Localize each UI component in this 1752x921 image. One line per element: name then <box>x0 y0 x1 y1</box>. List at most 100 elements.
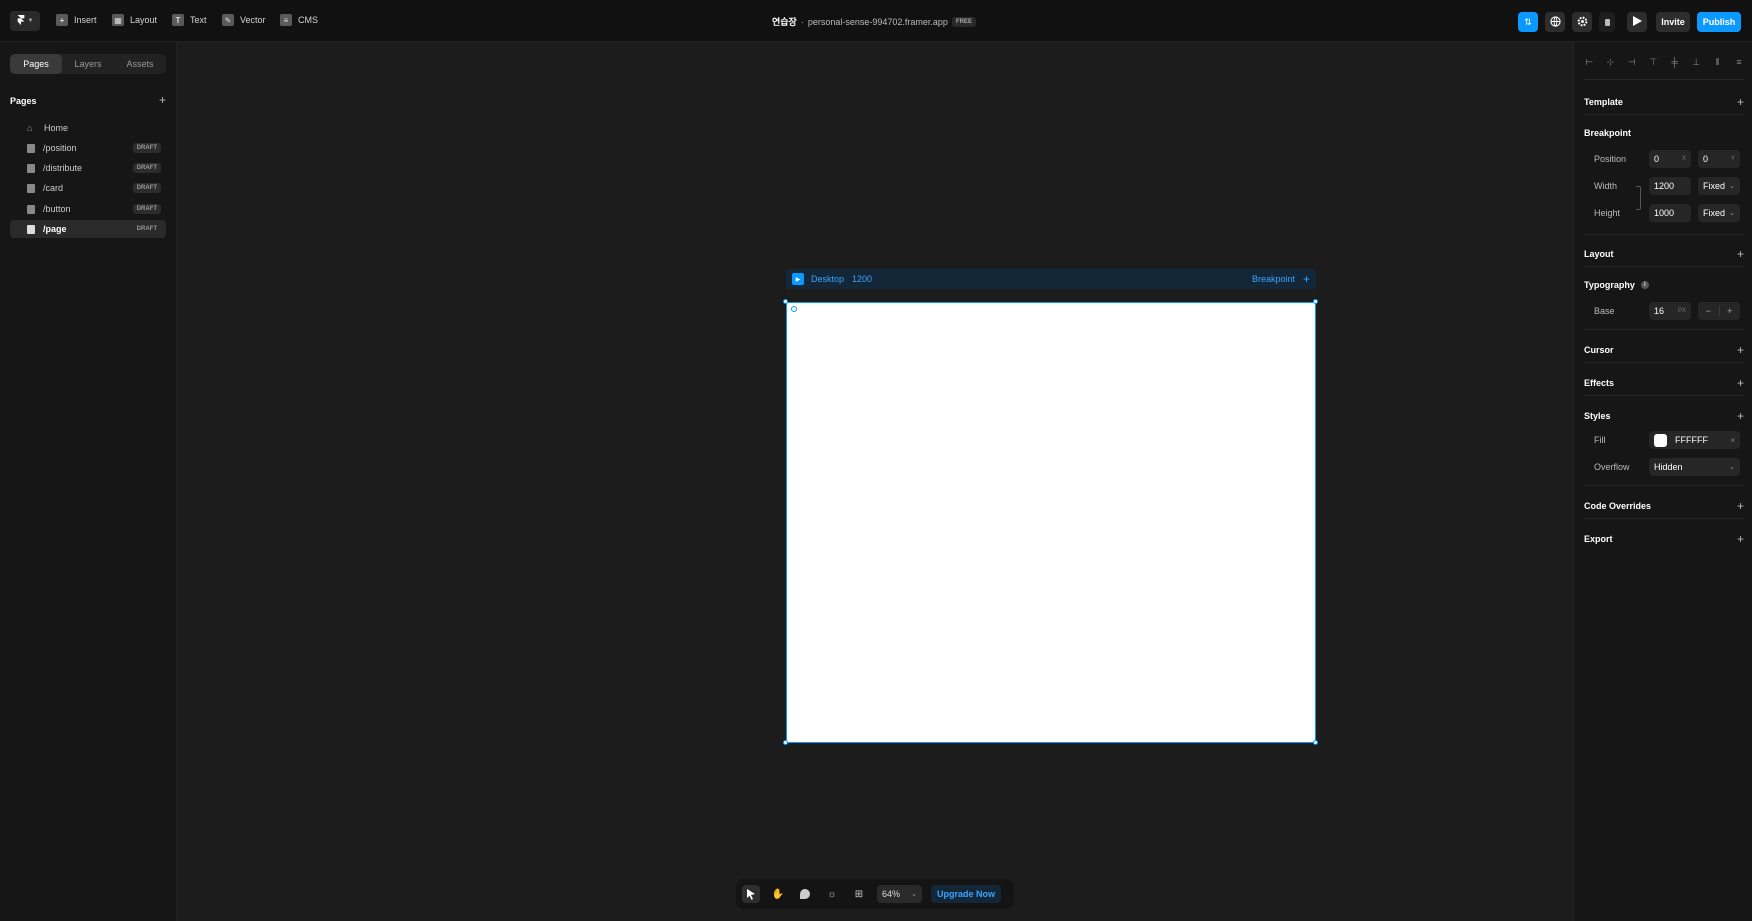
add-layout-icon[interactable]: + <box>1737 247 1744 261</box>
more-button[interactable] <box>1599 12 1615 32</box>
divider <box>1584 395 1744 396</box>
height-input[interactable]: 1000 <box>1649 204 1691 222</box>
select-tool-icon[interactable] <box>742 885 760 903</box>
grid-toggle-icon[interactable]: ⊞ <box>850 885 868 903</box>
align-left-icon[interactable]: ⊢ <box>1584 57 1594 67</box>
base-stepper[interactable]: − + <box>1698 302 1740 320</box>
add-override-icon[interactable]: + <box>1737 499 1744 513</box>
width-mode-select[interactable]: Fixed ⌄ <box>1698 177 1740 195</box>
page-item-page[interactable]: /page DRAFT <box>10 220 166 238</box>
theme-toggle-icon[interactable]: ☼ <box>823 885 841 903</box>
add-breakpoint-icon[interactable]: + <box>1303 273 1310 285</box>
comment-tool-icon[interactable] <box>796 885 814 903</box>
info-icon[interactable]: i <box>1640 281 1649 289</box>
breakpoint-title: Breakpoint <box>1584 128 1632 138</box>
zoom-select[interactable]: 64% ⌄ <box>877 885 922 903</box>
tab-pages[interactable]: Pages <box>10 54 62 74</box>
code-overrides-section[interactable]: Code Overrides + <box>1584 499 1744 513</box>
styles-section[interactable]: Styles + <box>1584 409 1744 423</box>
effects-section[interactable]: Effects + <box>1584 376 1744 390</box>
resize-handle-top-right[interactable] <box>1313 299 1318 304</box>
project-title[interactable]: 연습장 · personal-sense-994702.framer.app F… <box>772 15 976 28</box>
height-label: Height <box>1594 208 1621 218</box>
page-item-button[interactable]: /button DRAFT <box>10 200 166 218</box>
desktop-frame[interactable] <box>786 302 1316 743</box>
hand-tool-icon[interactable]: ✋ <box>769 885 787 903</box>
clear-fill-icon[interactable]: × <box>1730 436 1735 445</box>
aspect-lock-icon[interactable] <box>1636 186 1641 210</box>
play-icon[interactable]: ▶ <box>792 273 804 285</box>
layout-icon: ▦ <box>112 14 124 26</box>
draft-badge: DRAFT <box>136 226 157 232</box>
template-section[interactable]: Template + <box>1584 95 1744 109</box>
divider <box>1584 329 1744 330</box>
add-template-icon[interactable]: + <box>1737 95 1744 109</box>
vector-button[interactable]: ✎ Vector <box>222 14 266 26</box>
add-page-icon[interactable]: + <box>159 94 166 106</box>
width-value: 1200 <box>1654 181 1675 191</box>
preview-play-button[interactable] <box>1627 12 1647 32</box>
fill-swatch[interactable] <box>1654 433 1667 447</box>
divider <box>1584 79 1744 80</box>
canvas[interactable]: ▶ Desktop 1200 Breakpoint + <box>177 42 1573 921</box>
align-middle-v-icon[interactable]: ╪ <box>1670 57 1680 67</box>
invite-button[interactable]: Invite <box>1656 12 1690 32</box>
insert-button[interactable]: + Insert <box>56 14 97 26</box>
breakpoint-label[interactable]: Breakpoint <box>1252 274 1295 284</box>
cursor-section[interactable]: Cursor + <box>1584 343 1744 357</box>
plus-icon[interactable]: + <box>1720 306 1741 316</box>
align-top-icon[interactable]: ⊤ <box>1648 57 1658 67</box>
add-cursor-icon[interactable]: + <box>1737 343 1744 357</box>
globe-button[interactable] <box>1545 12 1565 32</box>
fill-input[interactable]: FFFFFF × <box>1649 431 1740 449</box>
distribute-h-icon[interactable]: ⫴ <box>1713 57 1723 67</box>
resize-handle-bottom-left[interactable] <box>783 740 788 745</box>
dot-icon <box>1604 18 1610 26</box>
overflow-select[interactable]: Hidden ⌄ <box>1649 458 1740 476</box>
layout-section[interactable]: Layout + <box>1584 247 1744 261</box>
height-mode-select[interactable]: Fixed ⌄ <box>1698 204 1740 222</box>
layout-button[interactable]: ▦ Layout <box>112 14 157 26</box>
resize-handle-bottom-right[interactable] <box>1313 740 1318 745</box>
page-item-distribute[interactable]: /distribute DRAFT <box>10 159 166 177</box>
width-mode-value: Fixed <box>1703 181 1726 191</box>
align-bottom-icon[interactable]: ⊥ <box>1691 57 1701 67</box>
publish-button[interactable]: Publish <box>1697 12 1741 32</box>
title-separator: · <box>800 16 804 27</box>
fill-value: FFFFFF <box>1675 435 1708 445</box>
settings-button[interactable] <box>1572 12 1592 32</box>
chevron-down-icon: ⌄ <box>1729 210 1735 217</box>
cms-button[interactable]: ≡ CMS <box>280 14 318 26</box>
height-value: 1000 <box>1654 208 1675 218</box>
frame-header[interactable]: ▶ Desktop 1200 Breakpoint + <box>786 269 1316 289</box>
align-center-h-icon[interactable]: ⊹ <box>1605 57 1615 67</box>
text-button[interactable]: T Text <box>172 14 207 26</box>
text-icon: T <box>172 14 184 26</box>
position-x-input[interactable]: 0 X <box>1649 150 1691 168</box>
base-size-input[interactable]: 16 PX <box>1649 302 1691 320</box>
page-item-card[interactable]: /card DRAFT <box>10 179 166 197</box>
resize-handle-top-left[interactable] <box>783 299 788 304</box>
export-section[interactable]: Export + <box>1584 532 1744 546</box>
page-item-position[interactable]: /position DRAFT <box>10 139 166 157</box>
width-input[interactable]: 1200 <box>1649 177 1691 195</box>
add-effect-icon[interactable]: + <box>1737 376 1744 390</box>
tab-layers[interactable]: Layers <box>62 54 114 74</box>
tab-assets[interactable]: Assets <box>114 54 166 74</box>
framer-logo-icon <box>17 14 25 28</box>
cursor-title: Cursor <box>1584 345 1614 355</box>
play-icon <box>1632 16 1642 28</box>
upgrade-button[interactable]: Upgrade Now <box>931 885 1002 903</box>
framer-menu-button[interactable]: ▼ <box>10 11 40 31</box>
align-right-icon[interactable]: ⊣ <box>1627 57 1637 67</box>
add-export-icon[interactable]: + <box>1737 532 1744 546</box>
position-y-input[interactable]: 0 Y <box>1698 150 1740 168</box>
distribute-v-icon[interactable]: ≡ <box>1734 57 1744 67</box>
draft-badge: DRAFT <box>132 204 161 214</box>
page-item-home[interactable]: ⌂ Home <box>10 119 166 137</box>
chevron-down-icon: ▼ <box>27 18 34 24</box>
minus-icon[interactable]: − <box>1698 306 1719 316</box>
add-style-icon[interactable]: + <box>1737 409 1744 423</box>
collaborate-button[interactable]: ⇅ <box>1518 12 1538 32</box>
chevron-down-icon: ⌄ <box>1729 464 1735 471</box>
